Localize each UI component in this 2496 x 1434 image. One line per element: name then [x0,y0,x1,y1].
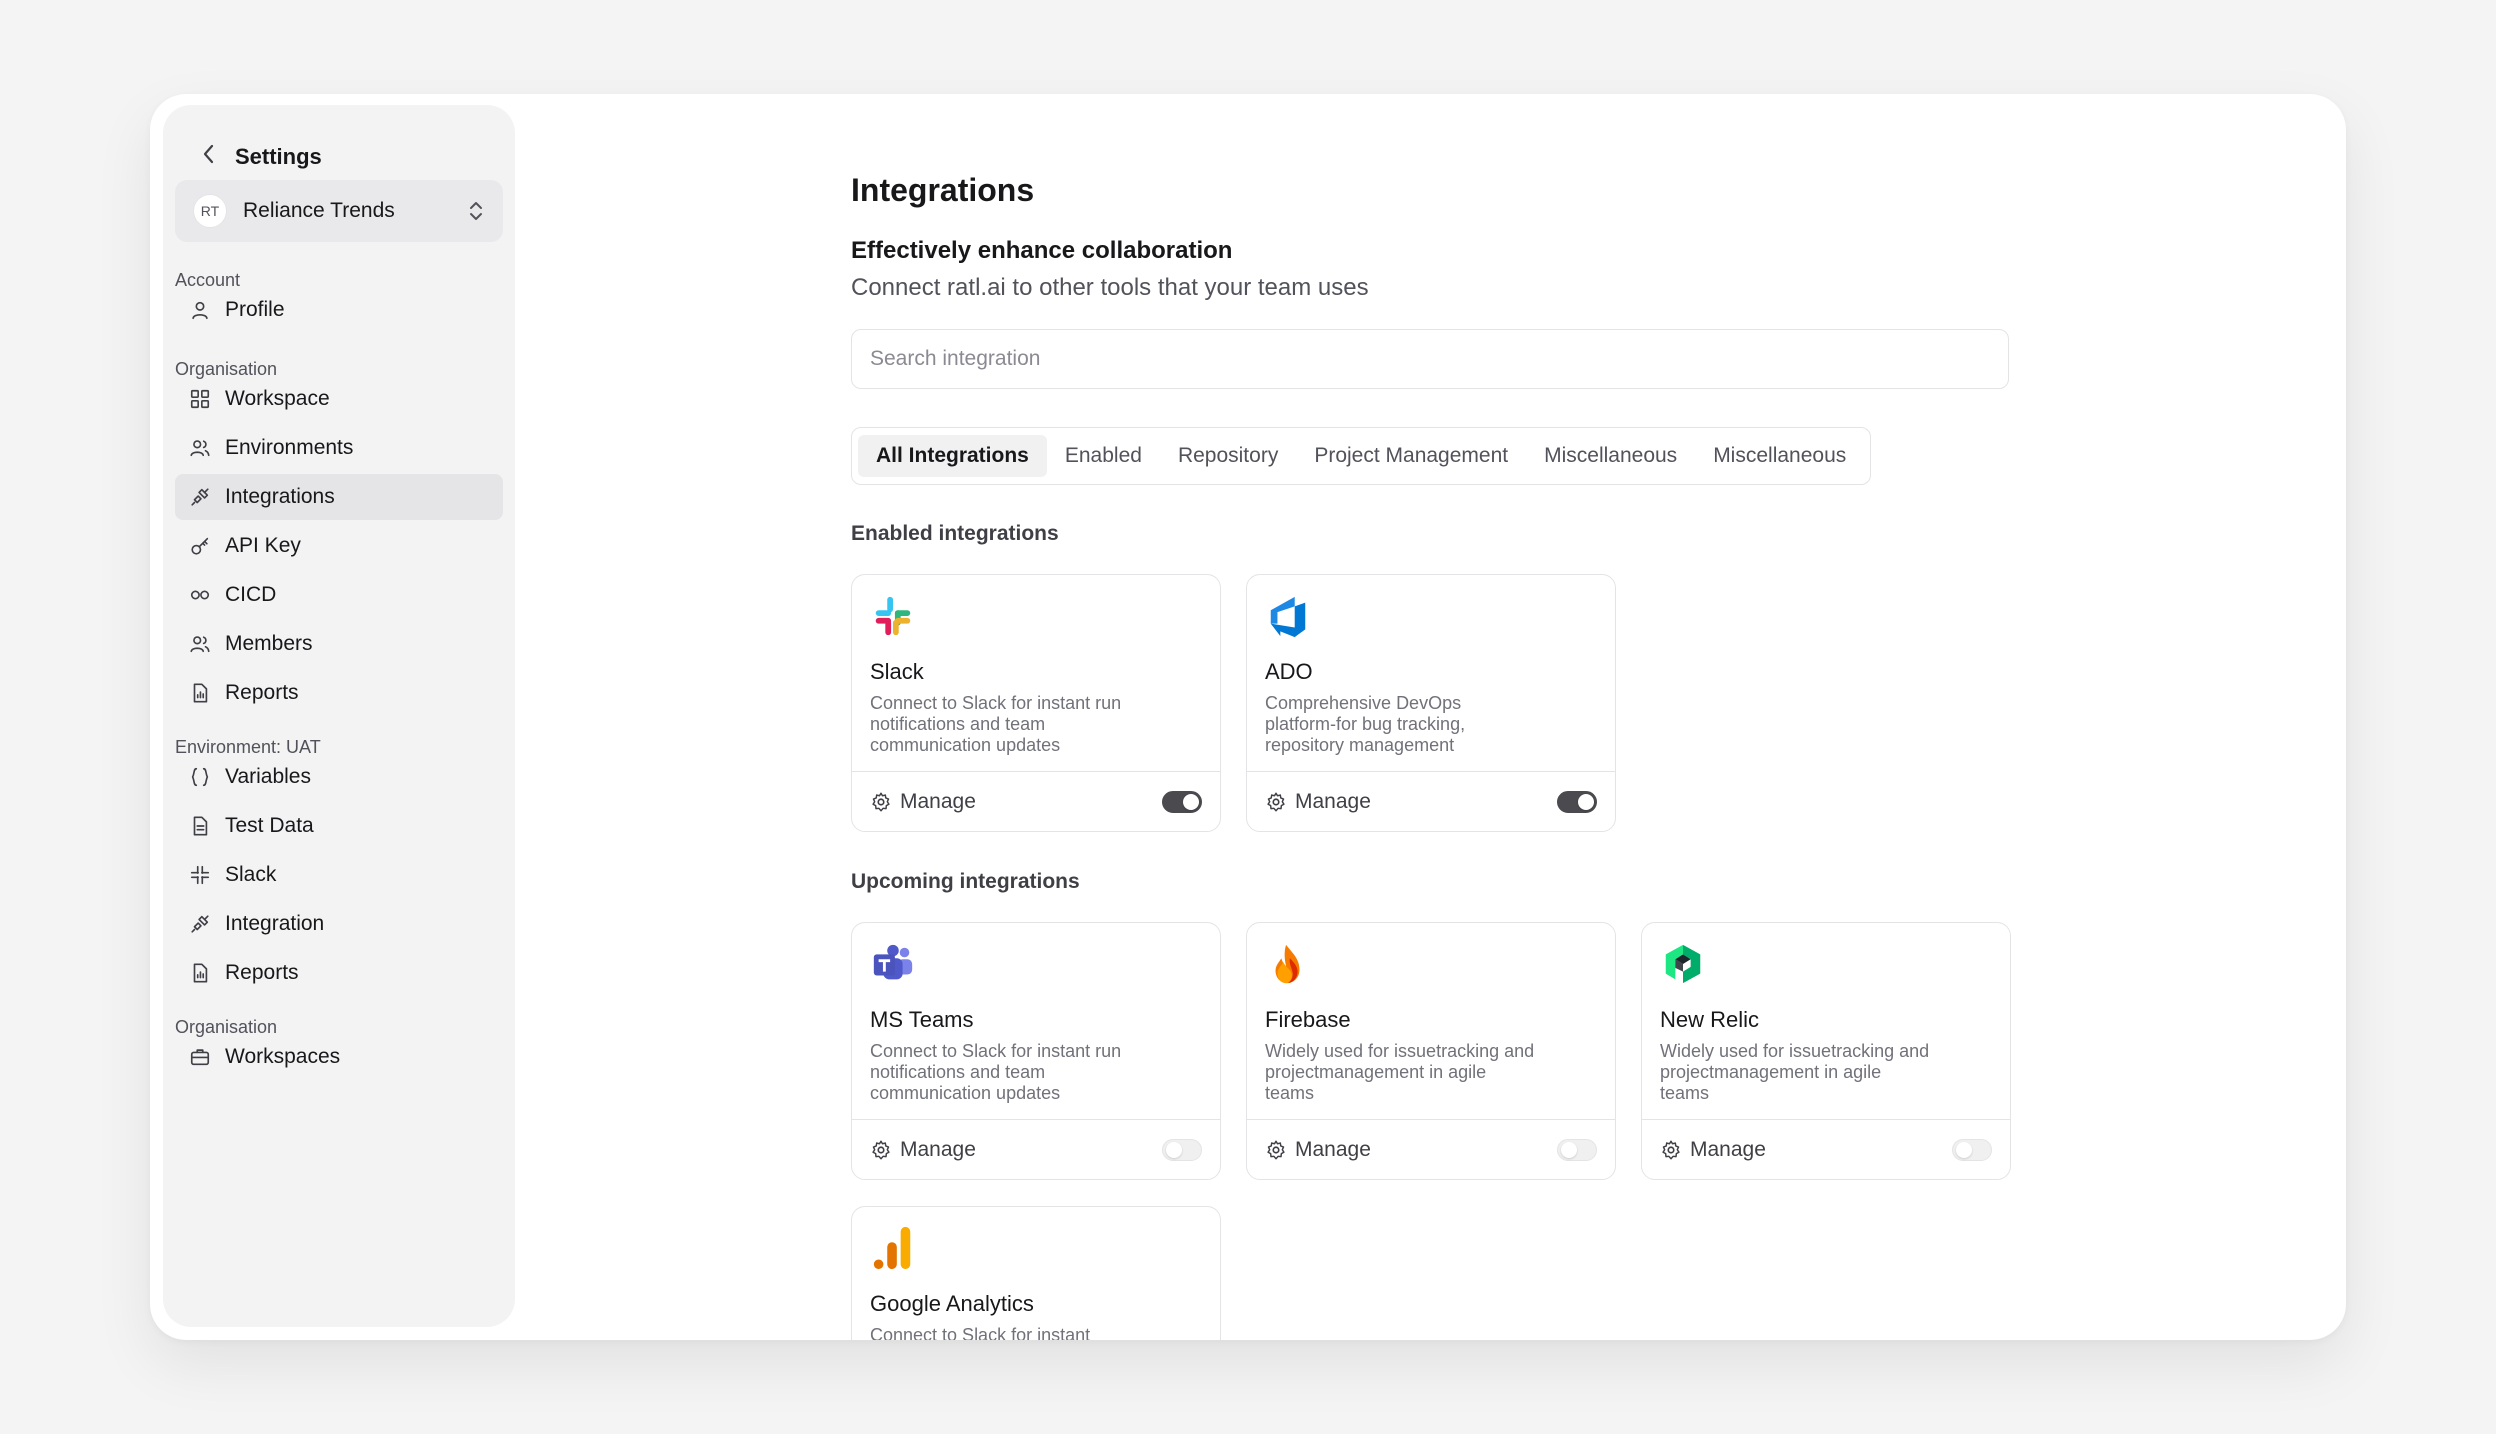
card-footer: Manage [852,1119,1220,1179]
page-description: Connect ratl.ai to other tools that your… [851,274,1369,301]
enabled-integrations-heading: Enabled integrations [851,522,1059,545]
slack-logo-icon [870,593,916,639]
upcoming-integrations-heading: Upcoming integrations [851,870,1080,893]
integration-name: Firebase [1265,1007,1351,1032]
tab-miscellaneous-2[interactable]: Miscellaneous [1695,435,1864,477]
manage-label: Manage [1295,1137,1371,1161]
manage-button[interactable]: Manage [1265,1138,1557,1162]
integration-description: Connect to Slack for instant [870,1325,1091,1340]
integration-card-ado: ADO Comprehensive DevOps platform-for bu… [1246,574,1616,832]
tab-all-integrations[interactable]: All Integrations [858,435,1047,477]
enable-toggle[interactable] [1557,1138,1597,1161]
gear-icon [872,1140,890,1159]
tab-repository[interactable]: Repository [1160,435,1296,477]
manage-button[interactable]: Manage [1660,1138,1952,1162]
card-footer: Manage [852,771,1220,831]
manage-label: Manage [900,1137,976,1161]
ms-teams-logo-icon [870,941,916,987]
firebase-logo-icon [1265,941,1311,987]
integration-name: ADO [1265,659,1313,684]
page-title: Integrations [851,172,1035,208]
tab-miscellaneous[interactable]: Miscellaneous [1526,435,1695,477]
integrations-page: Integrations Effectively enhance collabo… [150,94,2346,1340]
integration-name: Google Analytics [870,1291,1034,1316]
integration-card-google-analytics: Google Analytics Connect to Slack for in… [851,1206,1221,1340]
integration-description: Widely used for issuetracking and projec… [1660,1041,1930,1103]
google-analytics-logo-icon [870,1225,916,1271]
enable-toggle[interactable] [1162,1138,1202,1161]
tab-project-management[interactable]: Project Management [1296,435,1526,477]
integration-name: MS Teams [870,1007,974,1032]
integration-card-firebase: Firebase Widely used for issuetracking a… [1246,922,1616,1180]
manage-button[interactable]: Manage [870,790,1162,814]
card-footer: Manage [1642,1119,2010,1179]
tab-enabled[interactable]: Enabled [1047,435,1160,477]
azure-devops-logo-icon [1265,593,1311,639]
new-relic-logo-icon [1660,941,1706,987]
page-subtitle: Effectively enhance collaboration [851,237,1233,264]
enable-toggle[interactable] [1162,790,1202,813]
manage-label: Manage [1295,789,1371,813]
integration-name: New Relic [1660,1007,1760,1032]
enable-toggle[interactable] [1557,790,1597,813]
integration-card-new-relic: New Relic Widely used for issuetracking … [1641,922,2011,1180]
card-footer: Manage [1247,771,1615,831]
manage-button[interactable]: Manage [1265,790,1557,814]
integration-card-slack: Slack Connect to Slack for instant run n… [851,574,1221,832]
app-window: Settings RT Reliance Trends Account Prof… [150,94,2346,1340]
gear-icon [872,792,890,811]
card-footer: Manage [1247,1119,1615,1179]
integration-card-ms-teams: MS Teams Connect to Slack for instant ru… [851,922,1221,1180]
enable-toggle[interactable] [1952,1138,1992,1161]
gear-icon [1662,1140,1680,1159]
gear-icon [1267,1140,1285,1159]
integration-description: Comprehensive DevOps platform-for bug tr… [1265,693,1466,755]
integration-description: Widely used for issuetracking and projec… [1265,1041,1535,1103]
manage-label: Manage [900,789,976,813]
integration-name: Slack [870,659,924,684]
search-integration-input[interactable] [851,329,2009,389]
integration-description: Connect to Slack for instant run notific… [870,1041,1122,1103]
gear-icon [1267,792,1285,811]
manage-button[interactable]: Manage [870,1138,1162,1162]
integration-description: Connect to Slack for instant run notific… [870,693,1122,755]
manage-label: Manage [1690,1137,1766,1161]
integration-filter-tabs: All Integrations Enabled Repository Proj… [851,427,1872,485]
